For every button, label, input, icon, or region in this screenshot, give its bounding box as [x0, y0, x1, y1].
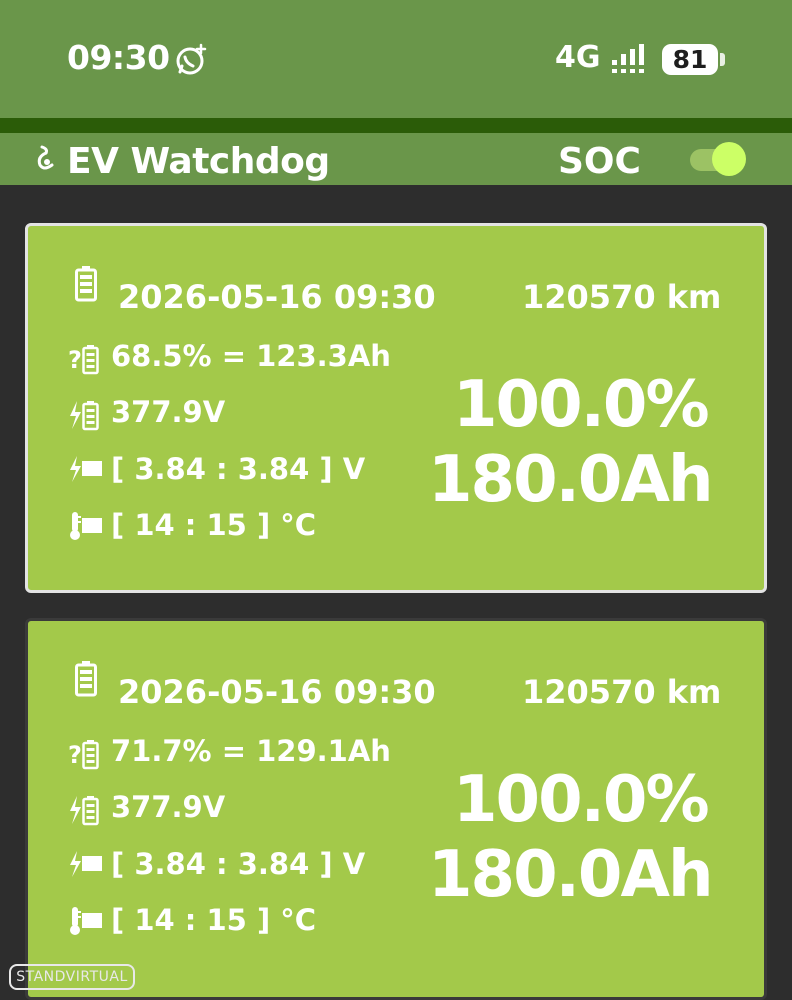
- battery-card[interactable]: 2026-05-16 09:30 120570 km ? 68.5% = 123…: [25, 223, 767, 593]
- odometer: 120570 km: [522, 278, 722, 316]
- temperature-range: [ 14 : 15 ] °C: [111, 903, 317, 937]
- capacity-ah: 180.0Ah: [428, 838, 714, 912]
- status-time: 09:30: [67, 38, 170, 77]
- battery-nub: [720, 53, 725, 66]
- status-bar: 09:30 4G 81: [0, 0, 792, 118]
- battery-card[interactable]: 2026-05-16 09:30 120570 km ? 71.7% = 129…: [25, 618, 767, 1000]
- svg-text:?: ?: [68, 741, 82, 769]
- svg-text:?: ?: [68, 346, 82, 374]
- odometer: 120570 km: [522, 673, 722, 711]
- battery-icon: [75, 661, 97, 697]
- cell-voltage-range: [ 3.84 : 3.84 ] V: [111, 847, 366, 881]
- whatsapp-icon: [176, 43, 207, 75]
- battery-voltage-icon: [70, 401, 99, 431]
- thermometer-icon: [70, 907, 102, 935]
- network-type: 4G: [555, 40, 601, 75]
- battery-icon: [75, 266, 97, 302]
- signal-icon: [612, 44, 644, 73]
- battery-question-icon: ?: [68, 345, 99, 375]
- pack-voltage: 377.9V: [111, 790, 226, 824]
- cell-voltage-range: [ 3.84 : 3.84 ] V: [111, 452, 366, 486]
- soc-toggle[interactable]: [690, 142, 748, 176]
- capacity-ah: 180.0Ah: [428, 443, 714, 517]
- soh-percent: 100.0%: [453, 763, 710, 837]
- soc-value: 71.7% = 129.1Ah: [111, 734, 391, 768]
- watermark-text: STANDVIRTUAL: [16, 969, 128, 985]
- battery-icon: 81: [662, 44, 718, 75]
- cell-voltage-icon: [70, 851, 102, 877]
- timestamp: 2026-05-16 09:30: [118, 278, 436, 316]
- app-bar: EV Watchdog SOC: [0, 133, 792, 185]
- soc-label: SOC: [558, 141, 641, 182]
- screen: 09:30 4G 81 EV Watchdog SOC 2026-05-16 0…: [0, 0, 792, 1000]
- temperature-range: [ 14 : 15 ] °C: [111, 508, 317, 542]
- app-bar-divider: [0, 118, 792, 133]
- soh-percent: 100.0%: [453, 368, 710, 442]
- battery-level: 81: [672, 45, 708, 74]
- battery-voltage-icon: [70, 796, 99, 826]
- toggle-knob: [712, 142, 746, 176]
- thermometer-icon: [70, 512, 102, 540]
- app-logo-icon: [37, 145, 54, 170]
- cell-voltage-icon: [70, 456, 102, 482]
- app-title: EV Watchdog: [67, 141, 330, 182]
- battery-question-icon: ?: [68, 740, 99, 770]
- pack-voltage: 377.9V: [111, 395, 226, 429]
- watermark-logo: STANDVIRTUAL: [9, 964, 135, 990]
- timestamp: 2026-05-16 09:30: [118, 673, 436, 711]
- soc-value: 68.5% = 123.3Ah: [111, 339, 391, 373]
